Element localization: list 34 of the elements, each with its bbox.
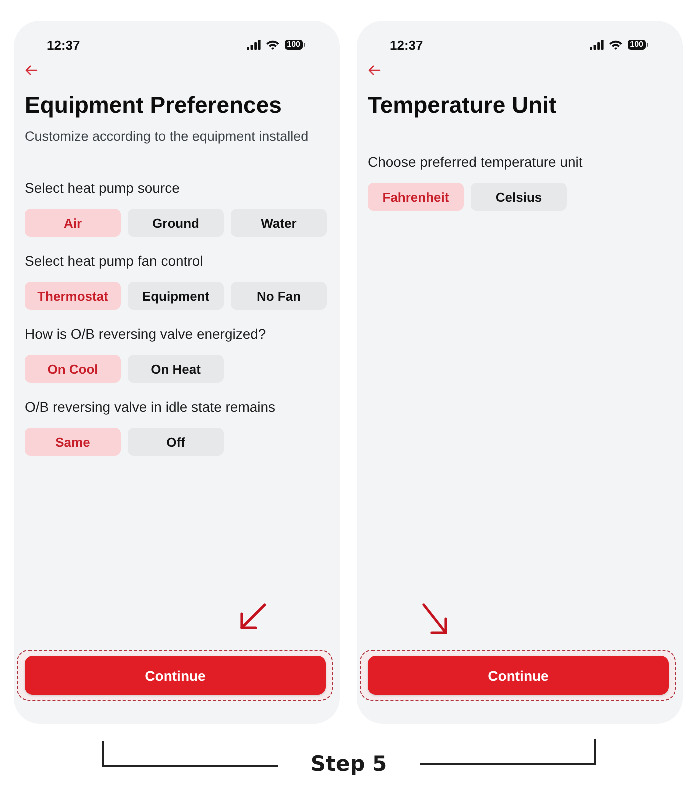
continue-button[interactable]: Continue bbox=[25, 656, 326, 695]
question-label: O/B reversing valve in idle state remains bbox=[25, 398, 277, 416]
option-button[interactable]: Air bbox=[25, 209, 121, 237]
option-button[interactable]: No Fan bbox=[231, 282, 327, 310]
continue-button[interactable]: Continue bbox=[368, 656, 669, 695]
option-button[interactable]: Fahrenheit bbox=[368, 183, 464, 211]
option-button[interactable]: Equipment bbox=[128, 282, 224, 310]
option-button[interactable]: Celsius bbox=[471, 183, 567, 211]
option-button[interactable]: Water bbox=[231, 209, 327, 237]
wifi-icon bbox=[266, 40, 280, 50]
back-arrow-icon[interactable] bbox=[25, 65, 38, 76]
screen-title: Equipment Preferences bbox=[25, 91, 283, 120]
question-label: Select heat pump source bbox=[25, 179, 181, 197]
option-button[interactable]: On Cool bbox=[25, 355, 121, 383]
status-time: 12:37 bbox=[47, 38, 80, 52]
question-label: How is O/B reversing valve energized? bbox=[25, 325, 268, 343]
signal-icon bbox=[590, 40, 604, 50]
arrow-icon bbox=[420, 602, 450, 636]
signal-icon bbox=[247, 40, 262, 50]
back-arrow-icon[interactable] bbox=[368, 65, 381, 76]
option-button[interactable]: Same bbox=[25, 428, 121, 456]
status-time: 12:37 bbox=[390, 38, 424, 52]
screen-subtitle: Customize according to the equipment installed bbox=[25, 128, 310, 146]
option-button[interactable]: Off bbox=[128, 428, 224, 456]
option-button[interactable]: Ground bbox=[128, 209, 224, 237]
step-caption: Step 5 bbox=[310, 751, 388, 777]
option-button[interactable]: Thermostat bbox=[25, 282, 121, 310]
battery-indicator: 100 bbox=[285, 40, 305, 50]
option-button[interactable]: On Heat bbox=[128, 355, 224, 383]
wifi-icon bbox=[609, 40, 624, 50]
question-label: Choose preferred temperature unit bbox=[368, 153, 584, 171]
battery-indicator: 100 bbox=[628, 40, 648, 50]
screen-title: Temperature Unit bbox=[368, 91, 558, 120]
question-label: Select heat pump fan control bbox=[25, 252, 204, 270]
